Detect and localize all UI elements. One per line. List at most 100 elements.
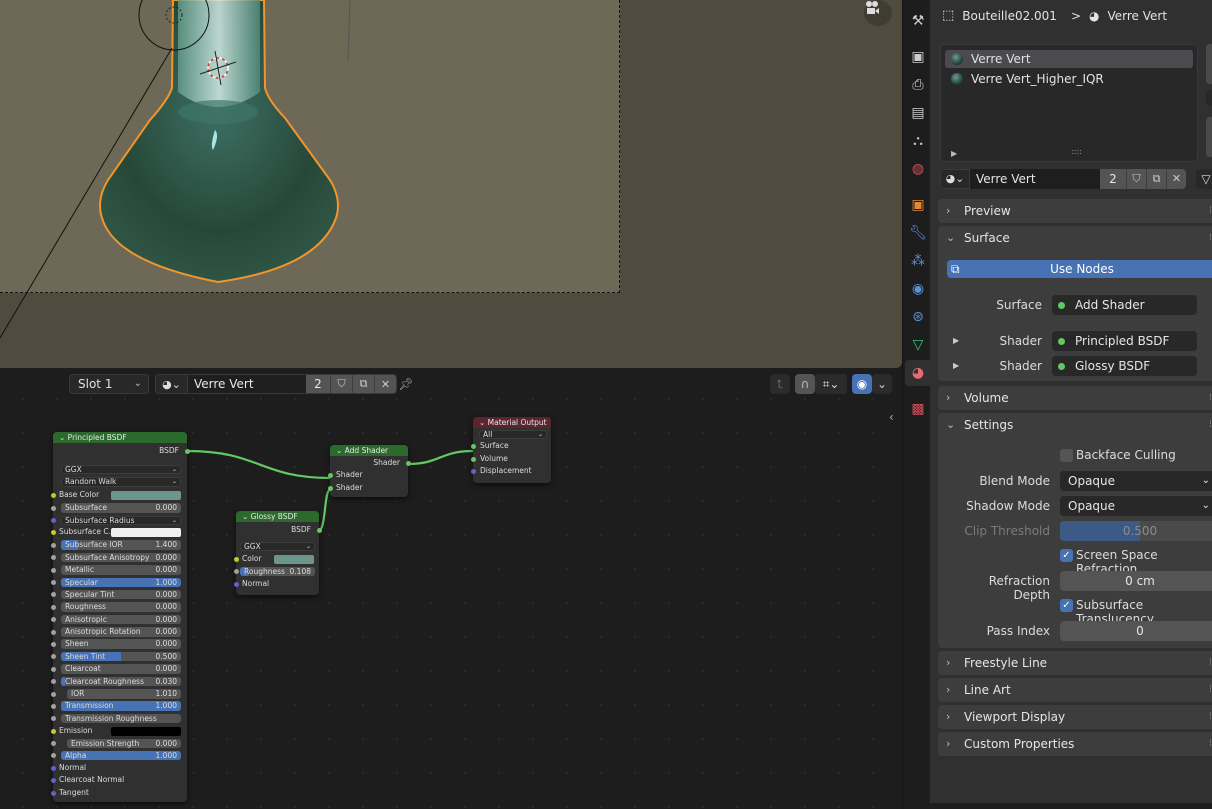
- input-socket[interactable]: [50, 765, 56, 771]
- input-socket[interactable]: [50, 493, 56, 499]
- list-resize-grip[interactable]: ::::: [1071, 147, 1082, 156]
- tab-modifiers[interactable]: 🔧︎: [905, 220, 931, 246]
- output-socket[interactable]: [184, 449, 190, 454]
- input-socket[interactable]: [50, 703, 56, 709]
- shader-1-field[interactable]: Principled BSDF: [1052, 331, 1197, 351]
- emission-color-swatch[interactable]: [111, 726, 181, 736]
- panel-volume[interactable]: › Volume ⁝: [938, 386, 1212, 410]
- screen-space-refraction-checkbox[interactable]: ✓: [1060, 549, 1073, 562]
- distribution-select[interactable]: GGX ⌄: [61, 464, 181, 475]
- tab-particles[interactable]: ⁂: [905, 248, 931, 274]
- node-value-field[interactable]: IOR 1.010: [67, 689, 181, 699]
- tab-data[interactable]: ▽: [905, 332, 931, 358]
- node-value-field[interactable]: Emission Strength 0.000: [67, 738, 181, 749]
- input-socket[interactable]: [470, 469, 476, 475]
- material-datablock[interactable]: ◕⌄ Verre Vert 2 ⛉ ⧉ ✕: [940, 169, 1186, 189]
- glossy-bsdf-node[interactable]: ⌄ Glossy BSDF BSDF GGX ⌄ Color Roughness 0…: [233, 511, 322, 595]
- tab-physics[interactable]: ◉: [905, 276, 931, 302]
- slot-specials-button[interactable]: [1206, 90, 1212, 106]
- output-socket[interactable]: [405, 461, 411, 466]
- node-header[interactable]: ⌄ Add Shader: [330, 445, 408, 456]
- shader-2-field[interactable]: Glossy BSDF: [1052, 356, 1197, 376]
- subsurface-radius-select[interactable]: Subsurface Radius ⌄: [61, 515, 181, 526]
- add-shader-node[interactable]: ⌄ Add Shader Shader Shader Shader: [327, 445, 411, 497]
- panel-custom-properties[interactable]: › Custom Properties ⁝: [938, 732, 1212, 756]
- node-value-field[interactable]: Sheen 0.000: [61, 639, 181, 649]
- expand-filter-icon[interactable]: ▶: [951, 149, 957, 158]
- node-value-field[interactable]: Specular 1.000: [61, 577, 181, 588]
- input-socket[interactable]: [50, 617, 56, 623]
- principled-bsdf-node[interactable]: ⌄ Principled BSDF BSDF GGX ⌄ Random Walk ⌄…: [50, 432, 190, 802]
- clip-threshold-slider[interactable]: 0.500: [1060, 521, 1212, 541]
- backface-culling-checkbox[interactable]: [1060, 449, 1073, 462]
- move-slot-buttons[interactable]: [1206, 117, 1212, 157]
- input-socket[interactable]: [50, 629, 56, 635]
- panel-viewport-display[interactable]: › Viewport Display ⁝: [938, 705, 1212, 729]
- tab-render[interactable]: ▣: [905, 44, 931, 70]
- input-socket[interactable]: [50, 567, 56, 573]
- shadow-mode-dropdown[interactable]: Opaque ⌄: [1060, 496, 1212, 516]
- node-value-field[interactable]: Anisotropic 0.000: [61, 614, 181, 625]
- node-value-field[interactable]: Anisotropic Rotation 0.000: [61, 627, 181, 637]
- node-value-field[interactable]: Sheen Tint 0.500: [61, 651, 181, 662]
- input-socket[interactable]: [327, 485, 333, 491]
- panel-line-art[interactable]: › Line Art ⁝: [938, 678, 1212, 702]
- input-socket[interactable]: [470, 456, 476, 462]
- input-socket[interactable]: [50, 505, 56, 511]
- output-target-select[interactable]: All ⌄: [479, 429, 547, 439]
- tab-world[interactable]: ◍: [905, 156, 931, 182]
- unlink-material-button[interactable]: ✕: [1166, 169, 1186, 189]
- pass-index-field[interactable]: 0: [1060, 621, 1212, 641]
- material-slot-list[interactable]: Verre Vert Verre Vert_Higher_IQR ▶ ::::: [940, 44, 1198, 162]
- input-socket[interactable]: [50, 555, 56, 561]
- node-value-field[interactable]: Clearcoat Roughness 0.030: [61, 676, 181, 687]
- distribution-select[interactable]: GGX ⌄: [240, 541, 315, 552]
- node-value-field[interactable]: Alpha 1.000: [61, 750, 181, 761]
- subsurface-color-swatch[interactable]: [111, 528, 181, 538]
- input-socket[interactable]: [327, 473, 333, 479]
- fake-user-button[interactable]: ⛉: [1126, 169, 1146, 189]
- input-socket[interactable]: [50, 592, 56, 598]
- node-value-field[interactable]: Metallic 0.000: [61, 565, 181, 575]
- input-socket[interactable]: [470, 444, 476, 450]
- input-socket[interactable]: [50, 716, 56, 722]
- node-value-field[interactable]: Subsurface IOR 1.400: [61, 540, 181, 550]
- refraction-depth-field[interactable]: 0 cm: [1060, 571, 1212, 591]
- tab-material[interactable]: ◕: [905, 360, 931, 386]
- input-socket[interactable]: [50, 641, 56, 647]
- subsurface-method-select[interactable]: Random Walk ⌄: [61, 477, 181, 487]
- browse-material-button[interactable]: ◕⌄: [940, 169, 970, 189]
- input-socket[interactable]: [233, 569, 239, 575]
- material-slot-item[interactable]: Verre Vert_Higher_IQR: [945, 70, 1193, 88]
- panel-freestyle-line[interactable]: › Freestyle Line ⁝: [938, 651, 1212, 675]
- user-count[interactable]: 2: [1100, 169, 1126, 189]
- material-output-node[interactable]: ⌄ Material Output All ⌄ Surface Volume Di…: [470, 417, 551, 483]
- panel-header[interactable]: ⌄ Surface ⁝: [938, 226, 1212, 250]
- input-socket[interactable]: [50, 654, 56, 660]
- input-socket[interactable]: [50, 518, 56, 524]
- node-header[interactable]: ⌄ Principled BSDF: [53, 432, 187, 443]
- node-value-field[interactable]: Subsurface 0.000: [61, 503, 181, 513]
- blend-mode-dropdown[interactable]: Opaque ⌄: [1060, 471, 1212, 491]
- base-color-swatch[interactable]: [111, 491, 181, 501]
- duplicate-material-button[interactable]: ⧉: [1146, 169, 1166, 189]
- input-socket[interactable]: [233, 581, 239, 587]
- material-slot-item[interactable]: Verre Vert: [945, 50, 1193, 68]
- input-socket[interactable]: [50, 604, 56, 610]
- tab-texture[interactable]: ▩: [905, 396, 931, 422]
- input-socket[interactable]: [50, 741, 56, 747]
- input-socket[interactable]: [50, 580, 56, 586]
- input-socket[interactable]: [50, 691, 56, 697]
- material-name-field[interactable]: Verre Vert: [970, 169, 1100, 189]
- tab-constraints[interactable]: ⊛: [905, 304, 931, 330]
- node-value-field[interactable]: Transmission Roughness0.000: [61, 713, 181, 724]
- node-value-field[interactable]: Subsurface Anisotropy 0.000: [61, 552, 181, 563]
- input-socket[interactable]: [50, 666, 56, 672]
- node-value-field[interactable]: Specular Tint 0.000: [61, 589, 181, 600]
- node-header[interactable]: ⌄ Material Output: [473, 417, 551, 428]
- input-socket[interactable]: [50, 728, 56, 734]
- node-value-field[interactable]: Roughness 0.000: [61, 602, 181, 612]
- subsurface-translucency-checkbox[interactable]: ✓: [1060, 599, 1073, 612]
- panel-header[interactable]: ⌄ Settings ⁝: [938, 413, 1212, 437]
- output-socket[interactable]: [316, 528, 322, 533]
